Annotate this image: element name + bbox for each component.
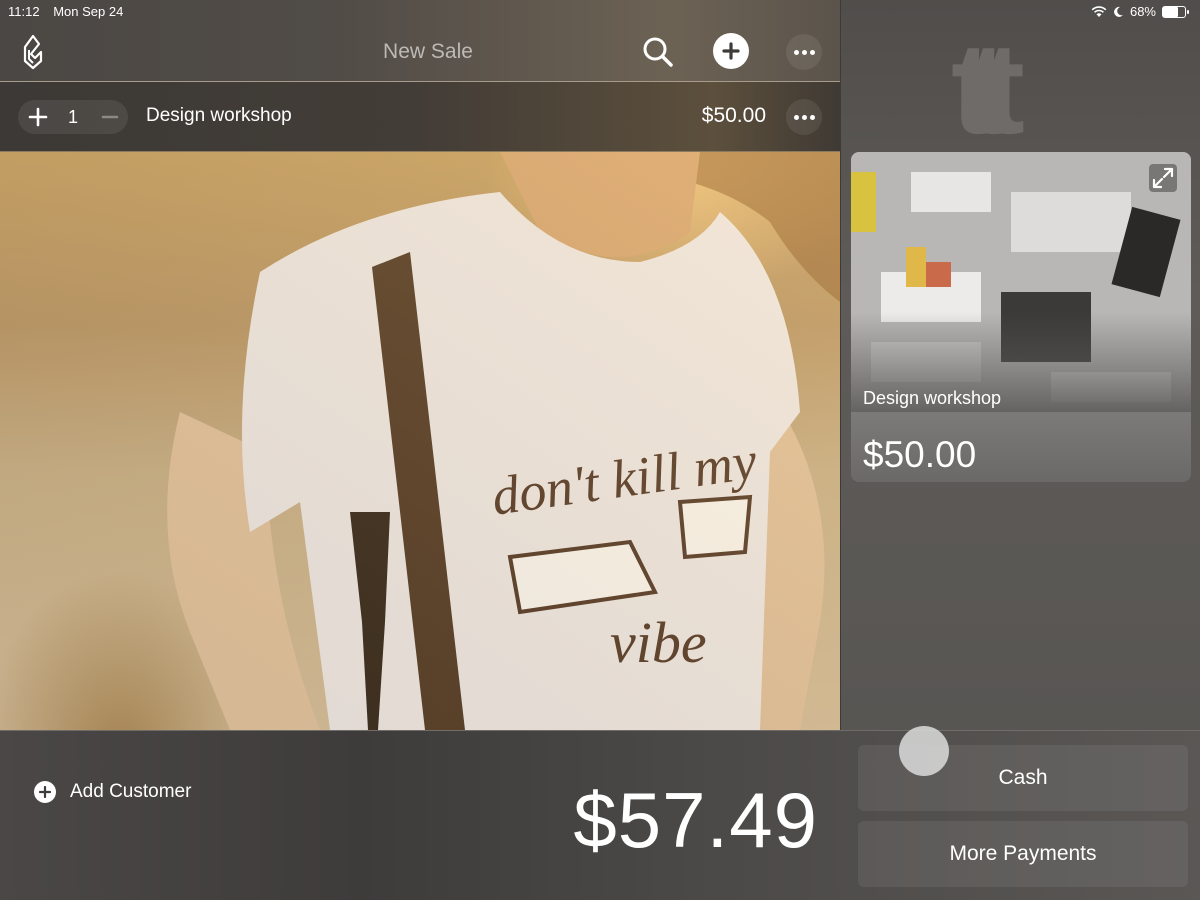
product-tile-image [851,152,1191,412]
add-customer-button[interactable]: Add Customer [34,779,191,805]
sale-total: $57.49 [573,776,818,864]
plus-icon [39,786,51,798]
battery-fill [1163,6,1178,17]
sale-pane: New Sale 1 Design workshop $50.00 [0,0,840,730]
photo-illustration: don't kill my vibe [0,152,840,730]
ellipsis-dot [809,114,815,120]
ellipsis-icon [793,114,799,120]
search-icon[interactable] [640,34,676,70]
decrement-icon[interactable] [98,105,122,129]
battery-icon [1162,5,1189,18]
plus-icon [722,42,740,60]
status-bar: 11:12 Mon Sep 24 68% [0,0,1200,24]
add-customer-label: Add Customer [70,781,192,802]
status-right: 68% [1091,4,1189,19]
product-tile-price: $50.00 [863,434,977,475]
status-date: Mon Sep 24 [53,4,124,19]
wifi-icon [1091,5,1107,17]
product-tile-name: Design workshop [863,388,1002,408]
add-item-button[interactable] [713,33,749,69]
status-time: 11:12 [8,4,40,19]
touch-indicator [899,726,949,776]
battery-percent: 68% [1129,4,1156,19]
product-tile[interactable]: Design workshop $50.00 [851,152,1191,482]
cart-line-item[interactable]: 1 Design workshop $50.00 [0,82,840,152]
ellipsis-dot [809,49,815,55]
more-payments-button[interactable]: More Payments [858,821,1188,887]
quantity-stepper[interactable]: 1 [18,100,128,134]
product-grid-pane: ttt Design workshop $50.00 [840,0,1200,730]
ellipsis-icon [793,49,799,55]
product-photo: don't kill my vibe [0,152,840,730]
brand-logo-text: ttt [951,18,1024,143]
header-more-button[interactable] [786,34,822,70]
line-item-more-button[interactable] [786,99,822,135]
expand-icon[interactable] [1149,164,1177,192]
line-item-price: $50.00 [701,104,766,127]
brand-logo: ttt [951,18,1052,143]
checkout-bar: Add Customer $57.49 Cash More Payments [0,730,1200,900]
line-item-name: Design workshop [146,105,292,126]
plus-circle-icon [34,781,56,803]
ellipsis-dot [801,114,807,120]
status-left: 11:12 Mon Sep 24 [8,4,123,19]
moon-icon [1114,6,1123,17]
ellipsis-dot [801,49,807,55]
